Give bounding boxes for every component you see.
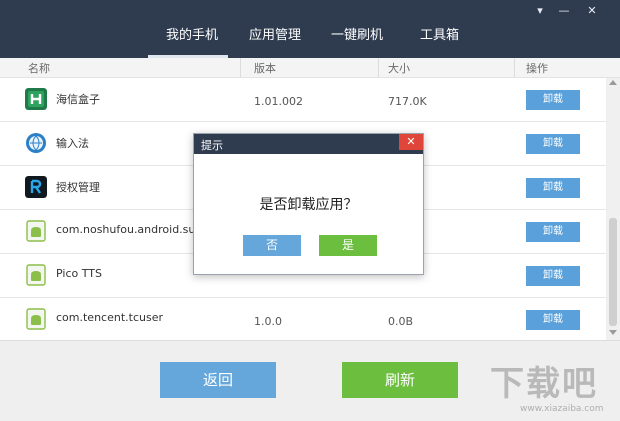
uninstall-button[interactable]: 卸载 bbox=[526, 178, 580, 198]
dialog-no-button[interactable]: 否 bbox=[243, 235, 301, 256]
menu-icon[interactable]: ▾ bbox=[532, 4, 548, 18]
scroll-down-icon[interactable] bbox=[609, 330, 617, 335]
app-size: 717.0K bbox=[388, 95, 427, 108]
android-generic-icon bbox=[26, 308, 46, 330]
watermark-url: www.xiazaiba.com bbox=[520, 404, 604, 414]
watermark-logo: 下载吧 bbox=[490, 364, 598, 404]
table-row: 海信盒子 1.01.002 717.0K 卸载 bbox=[0, 78, 606, 122]
dialog-message: 是否卸载应用？ bbox=[259, 197, 358, 213]
uninstall-button[interactable]: 卸载 bbox=[526, 134, 580, 154]
app-name: 海信盒子 bbox=[56, 93, 100, 106]
app-name: 授权管理 bbox=[56, 181, 100, 194]
dialog-title: 提示 bbox=[201, 139, 223, 152]
uninstall-button[interactable]: 卸载 bbox=[526, 222, 580, 242]
app-size: 0.0B bbox=[388, 315, 414, 328]
nav-one-key-flash[interactable]: 一键刷机 bbox=[331, 24, 383, 43]
dialog-close-icon[interactable]: ✕ bbox=[399, 134, 423, 150]
app-name: com.tencent.tcuser bbox=[56, 311, 163, 324]
android-generic-icon bbox=[26, 264, 46, 286]
scroll-up-icon[interactable] bbox=[609, 80, 617, 85]
confirm-dialog: 提示 ✕ 是否卸载应用？ 否 是 bbox=[193, 133, 424, 275]
table-header: 名称 版本 大小 操作 bbox=[0, 58, 620, 78]
app-name: com.noshufou.android.su bbox=[56, 223, 196, 236]
column-divider bbox=[378, 58, 379, 77]
app-name: 输入法 bbox=[56, 137, 89, 150]
nav-app-manager[interactable]: 应用管理 bbox=[249, 24, 301, 43]
close-icon[interactable]: ✕ bbox=[584, 4, 600, 18]
column-header-action: 操作 bbox=[526, 62, 548, 75]
keyboard-globe-icon bbox=[26, 133, 46, 153]
table-row: com.tencent.tcuser 1.0.0 0.0B 卸载 bbox=[0, 298, 606, 340]
minimize-icon[interactable]: — bbox=[556, 4, 572, 18]
dialog-yes-button[interactable]: 是 bbox=[319, 235, 377, 256]
app-version: 1.01.002 bbox=[254, 95, 303, 108]
column-header-size: 大小 bbox=[388, 62, 410, 75]
column-header-name: 名称 bbox=[28, 62, 50, 75]
scrollbar-thumb[interactable] bbox=[609, 218, 617, 326]
nav-toolbox[interactable]: 工具箱 bbox=[420, 24, 459, 43]
column-header-version: 版本 bbox=[254, 62, 276, 75]
refresh-button[interactable]: 刷新 bbox=[342, 362, 458, 398]
h-app-icon bbox=[25, 88, 47, 110]
app-version: 1.0.0 bbox=[254, 315, 282, 328]
back-button[interactable]: 返回 bbox=[160, 362, 276, 398]
column-divider bbox=[514, 58, 515, 77]
android-generic-icon bbox=[26, 220, 46, 242]
uninstall-button[interactable]: 卸载 bbox=[526, 266, 580, 286]
top-bar bbox=[0, 0, 620, 58]
uninstall-button[interactable]: 卸载 bbox=[526, 310, 580, 330]
app-name: Pico TTS bbox=[56, 267, 102, 280]
r-app-icon bbox=[25, 176, 47, 198]
nav-my-phone[interactable]: 我的手机 bbox=[166, 24, 218, 43]
uninstall-button[interactable]: 卸载 bbox=[526, 90, 580, 110]
column-divider bbox=[240, 58, 241, 77]
dialog-title-bar: 提示 ✕ bbox=[194, 134, 423, 154]
